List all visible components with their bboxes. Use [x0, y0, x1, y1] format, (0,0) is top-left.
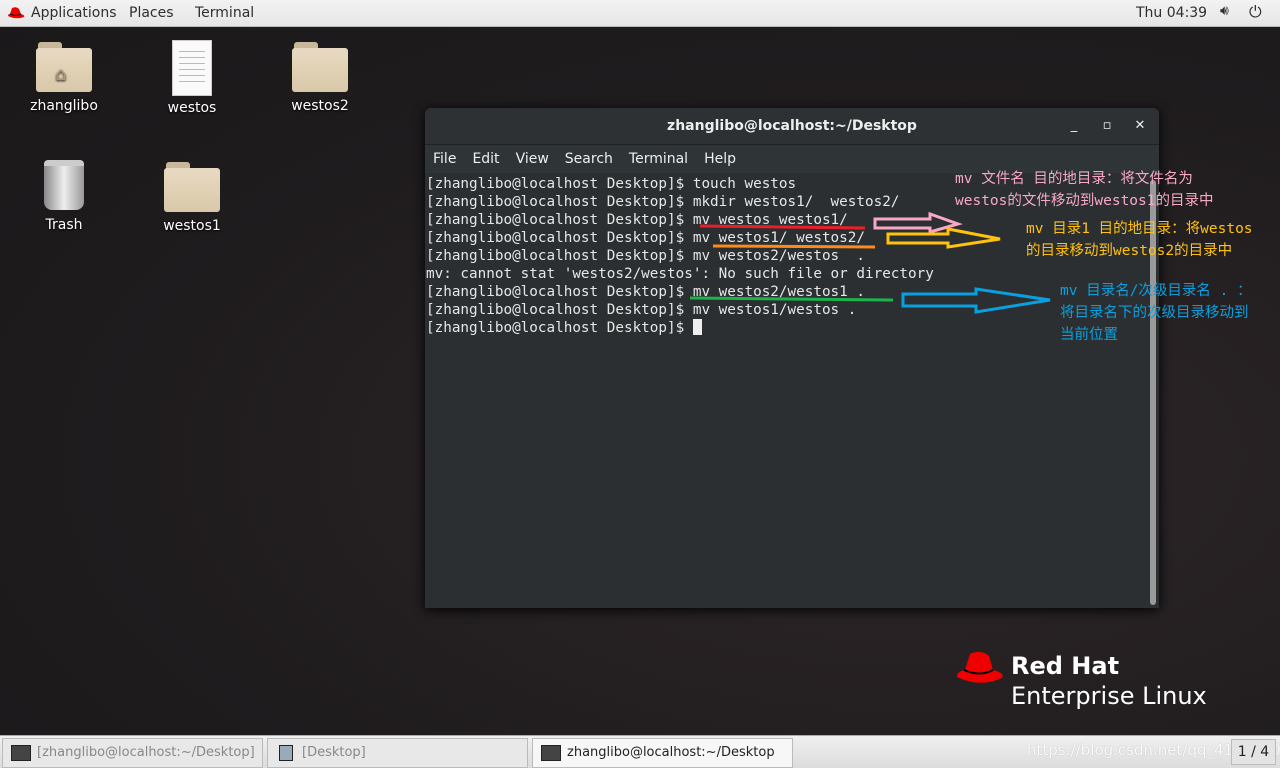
taskbar-item-terminal-old[interactable]: [zhanglibo@localhost:~/Desktop] [2, 738, 263, 768]
annotation-subdir-move: mv 目录名/次级目录名 . ： 将目录名下的次级目录移动到 当前位置 [1060, 283, 1252, 343]
underline-green [689, 296, 894, 302]
taskbar-item-terminal-active[interactable]: zhanglibo@localhost:~/Desktop [532, 738, 793, 768]
underline-orange [712, 244, 876, 249]
arrow-blue-icon [901, 287, 1051, 314]
task-label: [Desktop] [302, 745, 366, 760]
task-label: [zhanglibo@localhost:~/Desktop] [37, 745, 255, 760]
arrow-yellow-icon [886, 227, 1001, 249]
underline-red [699, 224, 866, 230]
taskbar: [zhanglibo@localhost:~/Desktop] [Desktop… [0, 735, 1280, 768]
taskbar-item-desktop[interactable]: [Desktop] [267, 738, 528, 768]
task-label: zhanglibo@localhost:~/Desktop [567, 745, 775, 760]
annotation-file-move: mv 文件名 目的地目录：将文件名为 westos的文件移动到westos1的目… [955, 171, 1214, 209]
annotation-dir-move: mv 目录1 目的地目录：将westos 的目录移动到westos2的目录中 [1026, 221, 1253, 259]
terminal-icon [541, 745, 561, 761]
workspace-switcher[interactable]: 1 / 4 [1231, 739, 1276, 765]
arrow-pink-icon [873, 211, 963, 234]
file-manager-icon [279, 745, 293, 761]
terminal-icon [11, 745, 31, 761]
